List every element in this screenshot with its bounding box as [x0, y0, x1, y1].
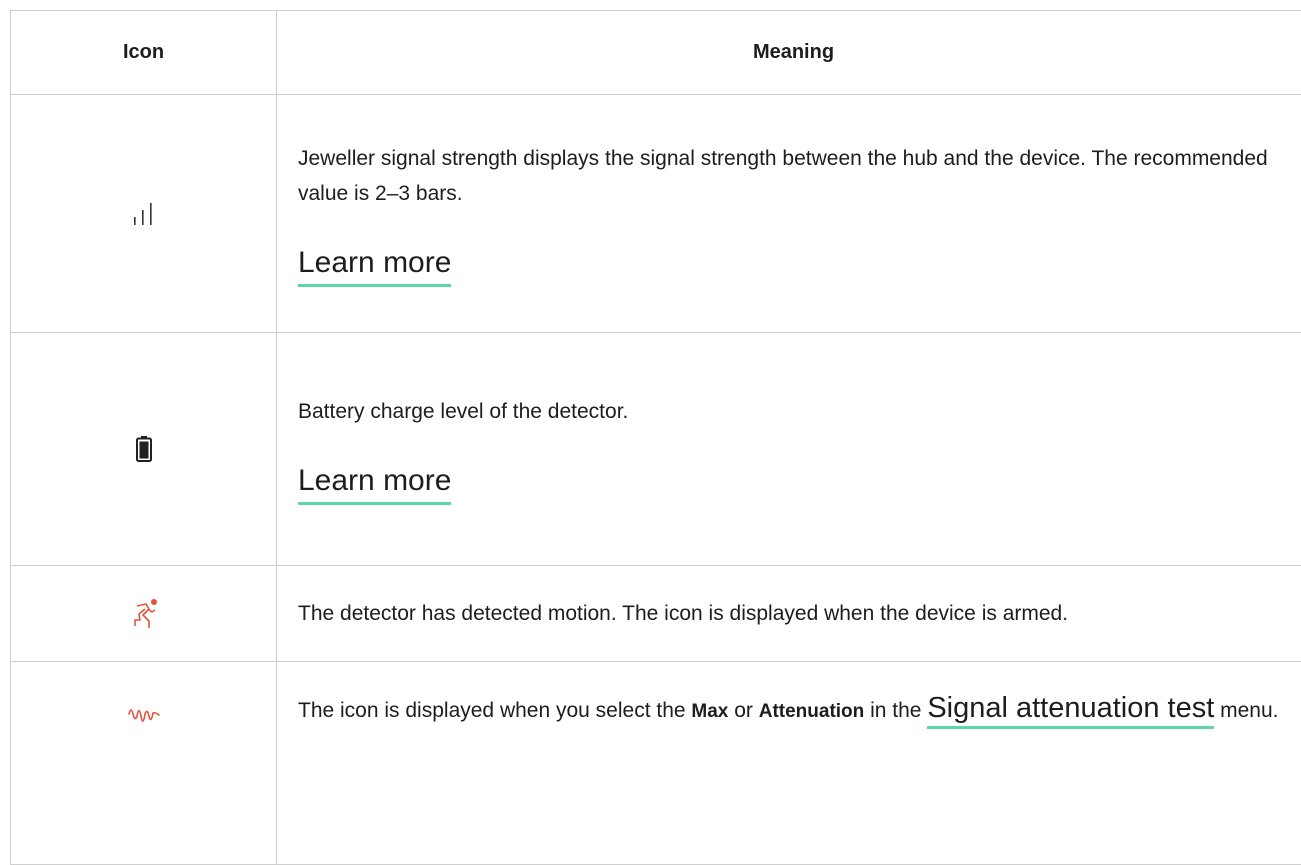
row-description: Jeweller signal strength displays the si… — [298, 141, 1290, 211]
row-description: Battery charge level of the detector. — [298, 394, 1290, 429]
row-description-part: The icon is displayed when you select th… — [298, 699, 691, 722]
learn-more-link[interactable]: Learn more — [298, 462, 451, 505]
row-description: The detector has detected motion. The ic… — [298, 596, 1290, 631]
signal-strength-icon — [11, 202, 276, 226]
table-header-row: Icon Meaning — [11, 11, 1301, 95]
row-description-part: in the — [864, 699, 927, 722]
signal-attenuation-test-link[interactable]: Signal attenuation test — [927, 692, 1214, 729]
table-row: The icon is displayed when you select th… — [11, 662, 1301, 865]
table-row: The detector has detected motion. The ic… — [11, 566, 1301, 662]
row-description-part: menu. — [1214, 699, 1278, 722]
learn-more-link[interactable]: Learn more — [298, 244, 451, 287]
attenuation-label: Attenuation — [759, 701, 865, 722]
motion-detected-icon — [11, 598, 276, 630]
icon-column-header: Icon — [11, 11, 277, 95]
table-row: Jeweller signal strength displays the si… — [11, 95, 1301, 333]
table-row: Battery charge level of the detector. Le… — [11, 333, 1301, 566]
row-description-part: or — [728, 699, 758, 722]
max-label: Max — [691, 701, 728, 722]
icons-table: Icon Meaning Jeweller signal strength di… — [10, 10, 1301, 865]
battery-icon — [11, 436, 276, 462]
meaning-column-header: Meaning — [277, 11, 1301, 95]
signal-attenuation-icon — [11, 704, 276, 722]
